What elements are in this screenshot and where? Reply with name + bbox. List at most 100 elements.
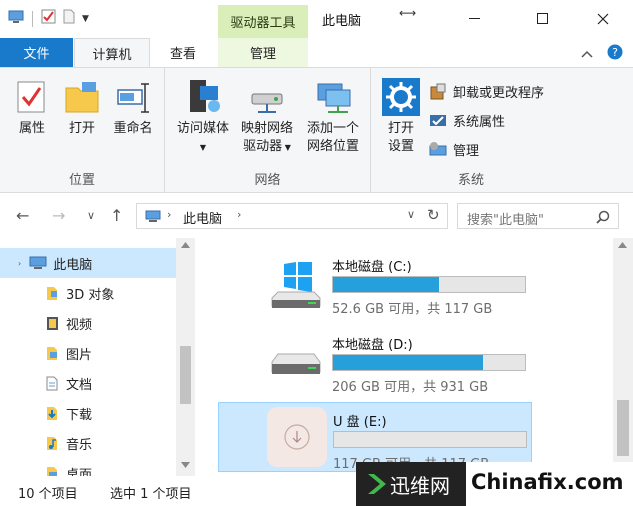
pictures-icon <box>47 347 57 360</box>
back-arrow-icon[interactable]: ← <box>16 206 29 225</box>
navigation-pane: › 此电脑 3D 对象 视频 图片 文档 下载 音乐 桌面 <box>0 238 195 476</box>
nav-item-label: 桌面 <box>66 467 93 477</box>
properties-label: 属性 <box>18 121 45 136</box>
nav-item-pictures[interactable]: 图片 <box>0 338 176 368</box>
search-box[interactable]: 搜索"此电脑" <box>457 203 619 229</box>
nav-item-downloads[interactable]: 下载 <box>0 398 176 428</box>
watermark-logo-text: 迅维网 <box>390 473 450 498</box>
drive-item-c[interactable]: 本地磁盘 (C:) 52.6 GB 可用，共 117 GB <box>218 248 532 318</box>
nav-item-videos[interactable]: 视频 <box>0 308 176 338</box>
search-placeholder: 搜索"此电脑" <box>467 213 544 228</box>
search-icon[interactable] <box>596 210 610 224</box>
minimize-icon <box>469 18 480 19</box>
tab-file[interactable]: 文件 <box>0 38 73 67</box>
watermark: 迅维网 Chinafix.com <box>356 462 633 506</box>
close-button[interactable] <box>580 0 626 38</box>
location-group: 属性 打开 重命名 位置 <box>0 68 165 192</box>
scroll-down-icon[interactable] <box>181 462 190 468</box>
nav-item-label: 文档 <box>66 377 93 393</box>
map-drive-label-line1: 映射网络 <box>240 121 293 136</box>
nav-item-this-pc[interactable]: › 此电脑 <box>0 248 176 278</box>
properties-check-icon <box>17 81 45 113</box>
properties-check-icon[interactable] <box>41 9 56 28</box>
access-media-button[interactable]: 访问媒体 ▼ <box>171 78 235 157</box>
breadcrumb-chevron-icon[interactable]: › <box>237 208 241 221</box>
uninstall-program-button[interactable]: 卸载或更改程序 <box>429 82 544 101</box>
refresh-icon[interactable]: ↻ <box>427 206 440 224</box>
system-group-label: 系统 <box>457 173 484 188</box>
drive-name: 本地磁盘 (D:) <box>332 338 413 353</box>
rename-icon <box>117 83 149 113</box>
windows-drive-icon <box>271 262 321 308</box>
system-properties-label: 系统属性 <box>453 115 506 130</box>
rename-button[interactable]: 重命名 <box>108 80 158 138</box>
minimize-button[interactable] <box>452 0 498 38</box>
hard-drive-icon <box>271 353 321 374</box>
tab-view[interactable]: 查看 <box>152 38 214 67</box>
qat-dropdown-icon[interactable]: ▼ <box>82 14 89 24</box>
drive-usage-fill <box>333 277 439 292</box>
access-media-label: 访问媒体 <box>176 121 229 136</box>
nav-item-3d-objects[interactable]: 3D 对象 <box>0 278 176 308</box>
nav-scroll-thumb[interactable] <box>180 346 191 404</box>
open-settings-button[interactable]: 打开 设置 <box>379 78 423 156</box>
nav-scrollbar[interactable] <box>176 238 195 476</box>
svg-text:?: ? <box>612 46 618 59</box>
open-settings-label-line2: 设置 <box>387 139 414 154</box>
help-icon[interactable]: ? <box>607 44 623 64</box>
window-title: 此电脑 <box>322 14 362 29</box>
maximize-icon <box>537 13 548 24</box>
new-folder-icon[interactable] <box>62 9 76 28</box>
nav-item-label: 此电脑 <box>53 257 93 273</box>
desktop-icon <box>47 467 57 476</box>
music-icon <box>47 437 57 450</box>
selected-count: 选中 1 个项目 <box>110 487 192 502</box>
expand-chevron-icon[interactable]: › <box>18 259 21 268</box>
add-location-label-line2: 网络位置 <box>306 139 359 154</box>
drive-usage-bar <box>332 276 526 293</box>
drive-tools-header: 驱动器工具 <box>218 5 308 38</box>
manage-button[interactable]: 管理 <box>429 140 479 159</box>
uninstall-label: 卸载或更改程序 <box>453 86 545 101</box>
drive-space-info: 206 GB 可用，共 931 GB <box>332 380 489 395</box>
address-dropdown-icon[interactable]: ∨ <box>407 208 415 221</box>
maximize-button[interactable] <box>520 0 566 38</box>
map-network-drive-button[interactable]: 映射网络 驱动器 ▼ <box>235 78 299 157</box>
nav-item-label: 图片 <box>66 347 93 363</box>
breadcrumb-separator-icon[interactable]: › <box>167 208 171 221</box>
rename-label: 重命名 <box>113 121 153 136</box>
title-bar: ▼ 驱动器工具 此电脑 ⟷ <box>0 0 633 38</box>
videos-icon <box>47 317 58 330</box>
scroll-up-icon[interactable] <box>618 242 627 248</box>
ribbon-tabs: 文件 计算机 查看 管理 ? <box>0 38 633 68</box>
computer-icon[interactable] <box>8 10 24 28</box>
scroll-up-icon[interactable] <box>181 242 190 248</box>
content-pane: 本地磁盘 (C:) 52.6 GB 可用，共 117 GB 本地磁盘 (D:) … <box>195 238 633 476</box>
system-properties-button[interactable]: 系统属性 <box>429 111 505 130</box>
tab-computer[interactable]: 计算机 <box>74 38 150 68</box>
open-button[interactable]: 打开 <box>60 80 104 138</box>
folder-open-icon <box>65 82 99 113</box>
add-location-label-line1: 添加一个 <box>306 121 359 136</box>
address-bar[interactable]: › 此电脑 › ∨ ↻ <box>136 203 448 229</box>
properties-button[interactable]: 属性 <box>10 80 54 138</box>
up-arrow-icon[interactable]: ↑ <box>110 206 123 225</box>
nav-item-documents[interactable]: 文档 <box>0 368 176 398</box>
collapse-ribbon-icon[interactable] <box>581 47 593 62</box>
recent-locations-chevron-icon[interactable]: ∨ <box>87 209 95 222</box>
settings-gear-icon <box>382 78 420 116</box>
drive-usage-bar <box>332 354 526 371</box>
add-network-location-button[interactable]: 添加一个 网络位置 <box>299 78 367 156</box>
drive-item-d[interactable]: 本地磁盘 (D:) 206 GB 可用，共 931 GB <box>218 326 532 396</box>
nav-item-music[interactable]: 音乐 <box>0 428 176 458</box>
nav-item-label: 3D 对象 <box>66 287 115 303</box>
forward-arrow-icon[interactable]: → <box>52 206 65 225</box>
tab-manage[interactable]: 管理 <box>218 38 308 67</box>
manage-label: 管理 <box>453 144 480 159</box>
drive-usage-fill <box>333 355 483 370</box>
content-scrollbar[interactable] <box>613 238 633 476</box>
nav-item-desktop[interactable]: 桌面 <box>0 458 176 476</box>
breadcrumb-this-pc[interactable]: 此电脑 <box>183 208 222 227</box>
content-scroll-thumb[interactable] <box>617 400 629 456</box>
open-settings-label-line1: 打开 <box>387 121 414 136</box>
